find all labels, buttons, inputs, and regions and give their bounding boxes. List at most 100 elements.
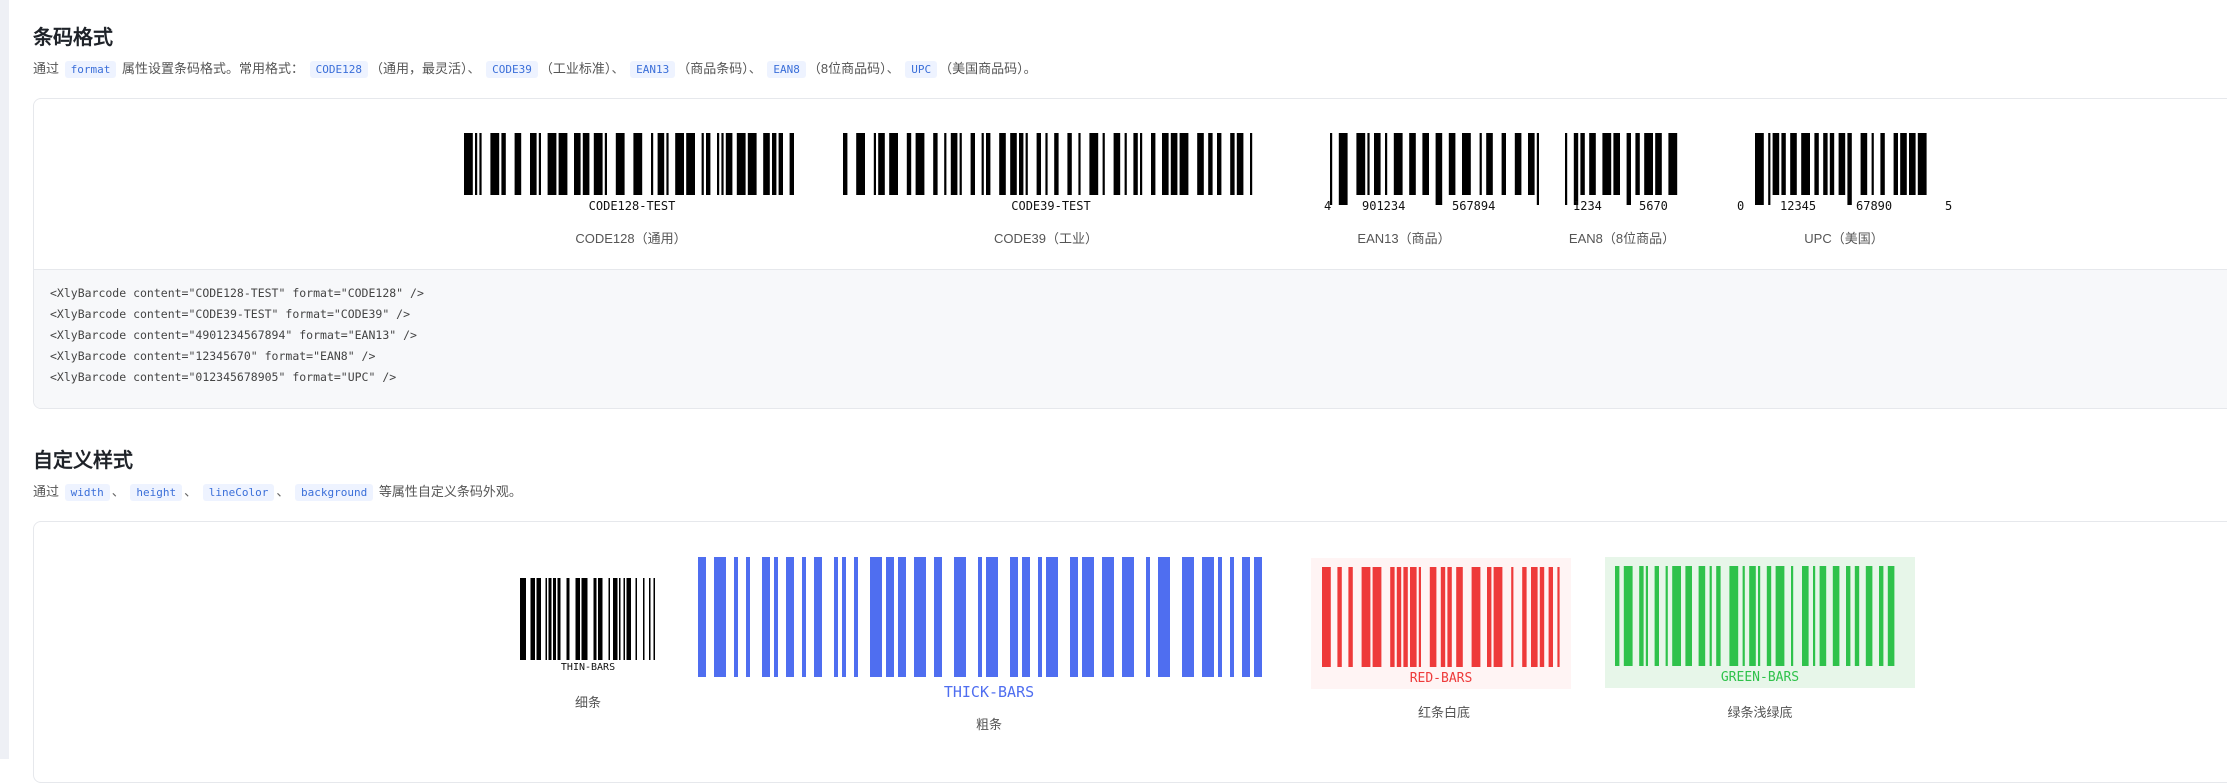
barcode-bar [1337,567,1342,667]
format-note: （工业标准） [539,61,612,76]
barcode-bar [1887,566,1895,666]
format-tag-ean8: EAN8 [767,61,806,78]
barcode-bar [1879,566,1884,666]
barcode-bar [1479,133,1482,195]
barcode-bar [1880,133,1885,195]
barcode-bar [986,557,998,677]
barcode-bar [574,133,581,195]
barcode-bar [1832,566,1840,666]
barcode-bar [1396,567,1402,667]
barcode-bar [1847,133,1852,205]
barcode-bar [1122,557,1134,677]
barcode-bar [1802,566,1809,666]
barcode-bar [856,133,865,195]
barcode-bar [1838,133,1846,195]
format-tag-upc: UPC [905,61,938,78]
barcode-bar [1208,133,1213,195]
barcode-bar [914,557,926,677]
barcode-bar [725,133,733,195]
barcode-bar [1158,557,1170,677]
barcode-bar [1790,133,1797,195]
barcode-bar [1602,133,1612,195]
barcode-bar [1067,133,1072,195]
barcode-bar [1230,133,1235,195]
separator: 、 [611,61,625,76]
barcode-bar [1393,133,1403,195]
format-note: （商品条码） [677,61,749,76]
barcode-bar [981,133,984,195]
barcode-bar [1871,133,1874,195]
barcode-thin[interactable]: THIN-BARS [520,578,656,673]
barcode-bar [1151,133,1156,195]
format-note: （美国商品码）。 [939,61,1037,76]
barcode-ean13[interactable]: 4 901234 567894 [1324,133,1548,213]
barcode-bar [1254,557,1262,677]
separator: 、 [467,61,481,76]
barcode-bar [675,133,684,195]
barcode-bar [501,133,506,195]
code-line: <XlyBarcode content="4901234567894" form… [50,328,417,342]
barcode-code128[interactable]: CODE128-TEST [464,133,800,213]
barcode-bar [1548,567,1553,667]
barcode-bar [1197,133,1204,195]
barcode-bar [514,133,522,195]
barcode-bar [547,133,557,195]
barcode-bar [778,133,783,195]
barcode-bar [613,578,618,660]
barcode-bar [1422,133,1429,195]
barcode-bar [898,557,906,677]
left-rail [0,0,9,759]
barcode-green[interactable]: GREEN-BARS [1605,557,1915,688]
barcode-bar [854,557,858,677]
barcode-bar [1036,133,1041,195]
barcode-bar [1078,133,1081,195]
barcode-bar [520,578,526,660]
barcode-red-text: RED-BARS [1409,671,1473,686]
barcode-bar [1462,133,1471,195]
barcode-bar [1654,566,1659,666]
barcode-bar [536,578,541,660]
barcode-bar [1758,566,1761,666]
barcode-code39-text: CODE39-TEST [1011,199,1091,213]
barcode-bar [1829,133,1835,195]
barcode-bar [1709,566,1712,666]
barcode-ean8[interactable]: 1234 5670 [1559,133,1695,213]
barcode-bar [944,133,947,195]
barcode-bar [615,133,625,195]
caption-thin: 细条 [574,695,602,710]
format-tag-ean13: EAN13 [630,61,676,78]
caption-code39: CODE39（工业） [993,231,1099,246]
code-line: <XlyBarcode content="CODE39-TEST" format… [50,307,411,321]
barcode-red[interactable]: RED-BARS [1311,558,1571,689]
section-desc-format: 通过 format 属性设置条码格式。常用格式： CODE128 （通用，最灵活）… [33,59,1037,80]
barcode-bar [1054,133,1059,195]
barcode-bar [1729,566,1739,666]
barcode-bar [626,578,631,660]
barcode-bar [1045,133,1048,195]
barcode-thick[interactable]: THICK-BARS [698,557,1280,701]
barcode-bar [1531,567,1538,667]
barcode-bar [1242,557,1250,677]
barcode-bar [915,133,925,195]
attr-tag-width: width [64,484,110,501]
barcode-bar [1367,133,1370,195]
barcode-bar [1819,566,1827,666]
separator: 、 [184,484,198,499]
barcode-upc[interactable]: 0 12345 67890 5 [1737,133,1957,213]
barcode-code39[interactable]: CODE39-TEST [843,133,1259,213]
barcode-bar [643,578,645,660]
barcode-bar [1348,567,1353,667]
barcode-bar [970,133,975,195]
barcode-bar [651,133,654,195]
barcode-bar [1613,133,1620,195]
barcode-bar [633,133,643,195]
barcode-bar [1082,557,1094,677]
barcode-bar [1448,133,1456,195]
barcode-bar [557,578,561,660]
barcode-bar [734,557,738,677]
barcode-bar [1385,133,1388,195]
barcode-bar [986,133,991,195]
barcode-bar [1522,567,1527,667]
barcode-bar [581,578,588,660]
format-code-block: <XlyBarcode content="CODE128-TEST" forma… [34,269,2227,408]
